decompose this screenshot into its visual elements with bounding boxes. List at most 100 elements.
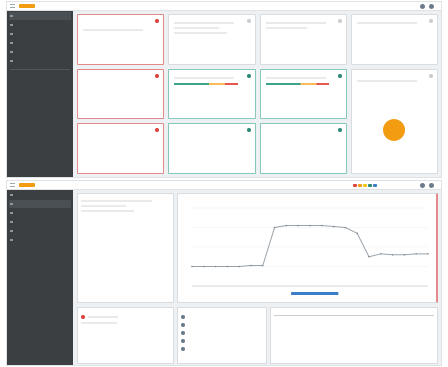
card-stats <box>266 134 341 135</box>
sidebar <box>7 190 73 365</box>
widget-card-10[interactable] <box>168 123 256 174</box>
text-line <box>356 79 417 82</box>
threshold-bar <box>174 82 239 85</box>
widget-card-5[interactable] <box>77 68 165 120</box>
user-icon[interactable] <box>420 183 425 188</box>
data-point <box>321 224 323 227</box>
ok-status-icon <box>337 128 342 133</box>
alert-panel <box>77 307 174 364</box>
widget-card-8[interactable] <box>350 68 438 174</box>
sidebar <box>7 11 73 177</box>
sidebar-item-devices[interactable] <box>9 200 71 208</box>
text-line <box>265 76 326 79</box>
menu-icon[interactable] <box>10 4 15 8</box>
details-table-panel <box>270 307 438 364</box>
event-icon <box>181 339 185 343</box>
sidebar-item-5[interactable] <box>9 48 71 56</box>
top-center-label <box>221 5 251 7</box>
event-icon <box>181 315 185 319</box>
text-line <box>88 316 118 318</box>
sidebar-item-6[interactable] <box>9 57 71 65</box>
widget-card-9[interactable] <box>77 123 165 174</box>
sidebar-item-2[interactable] <box>9 21 71 29</box>
data-point <box>262 264 264 267</box>
alert-status-icon <box>155 19 160 23</box>
status-icon <box>337 19 342 23</box>
card-stats <box>83 80 158 81</box>
data-point <box>297 224 299 227</box>
status-legend-icon <box>368 184 372 187</box>
device-detail-screenshot <box>6 180 442 366</box>
top-bar <box>7 2 441 11</box>
text-line <box>265 27 307 29</box>
top-bar <box>7 181 441 190</box>
data-point <box>403 254 406 256</box>
widget-card-2[interactable] <box>168 14 256 65</box>
sidebar-item-4[interactable] <box>9 218 71 226</box>
card-stats <box>83 134 158 135</box>
widget-card-7[interactable] <box>259 68 347 120</box>
widget-card-3[interactable] <box>259 14 347 65</box>
text-line <box>83 29 144 31</box>
status-legend-icon <box>358 184 362 187</box>
user-icon[interactable] <box>420 4 425 9</box>
sidebar-item-dashboard[interactable] <box>9 12 71 20</box>
settings-icon[interactable] <box>429 4 434 9</box>
data-point <box>391 254 394 256</box>
sidebar-item-6[interactable] <box>9 236 71 244</box>
data-point <box>191 265 193 268</box>
range-selector[interactable] <box>291 292 339 295</box>
status-icon <box>429 19 433 23</box>
data-point <box>250 264 252 267</box>
sidebar-item-3[interactable] <box>9 30 71 38</box>
status-legend-icon <box>363 184 367 187</box>
data-point <box>380 253 382 255</box>
text-line <box>356 22 417 24</box>
data-point <box>214 265 217 268</box>
threshold-bar <box>265 82 330 85</box>
data-point <box>356 232 358 235</box>
device-info-panel <box>77 193 174 303</box>
line-chart[interactable] <box>178 194 440 302</box>
alert-status-icon <box>155 73 160 78</box>
series-line <box>192 225 428 267</box>
ok-status-icon <box>337 73 342 78</box>
text-line <box>81 210 135 212</box>
status-icon <box>246 19 251 23</box>
card-stats <box>174 134 249 135</box>
ok-status-icon <box>246 128 251 133</box>
data-point <box>238 265 240 268</box>
settings-icon[interactable] <box>429 183 434 188</box>
status-legend-icon <box>353 184 357 187</box>
app-logo[interactable] <box>19 4 35 8</box>
menu-icon[interactable] <box>10 183 15 187</box>
data-point <box>427 253 429 255</box>
widget-card-6[interactable] <box>168 68 256 120</box>
alert-status-icon <box>155 128 160 133</box>
widget-card-11[interactable] <box>259 123 347 174</box>
dashboard-overview-screenshot <box>6 1 442 178</box>
sidebar-divider <box>10 69 70 70</box>
data-point <box>273 226 276 229</box>
sidebar-item-3[interactable] <box>9 209 71 217</box>
table-header <box>274 314 434 316</box>
sidebar-item-1[interactable] <box>9 191 71 199</box>
sidebar-item-4[interactable] <box>9 39 71 47</box>
widget-card-1[interactable] <box>77 14 165 65</box>
text-line <box>265 22 326 24</box>
text-line <box>81 322 117 324</box>
status-legend-icon <box>373 184 377 187</box>
app-logo[interactable] <box>19 183 35 187</box>
status-circle-icon <box>383 118 406 141</box>
data-point <box>309 224 311 227</box>
data-point <box>344 226 347 229</box>
metric-chart-panel <box>177 193 438 303</box>
alert-icon <box>81 315 85 319</box>
widget-card-4[interactable] <box>350 14 438 65</box>
text-line <box>174 76 235 79</box>
data-point <box>285 224 288 227</box>
text-line <box>81 205 126 207</box>
sidebar-item-5[interactable] <box>9 227 71 235</box>
card-stats <box>83 25 158 26</box>
event-panel <box>177 307 267 364</box>
